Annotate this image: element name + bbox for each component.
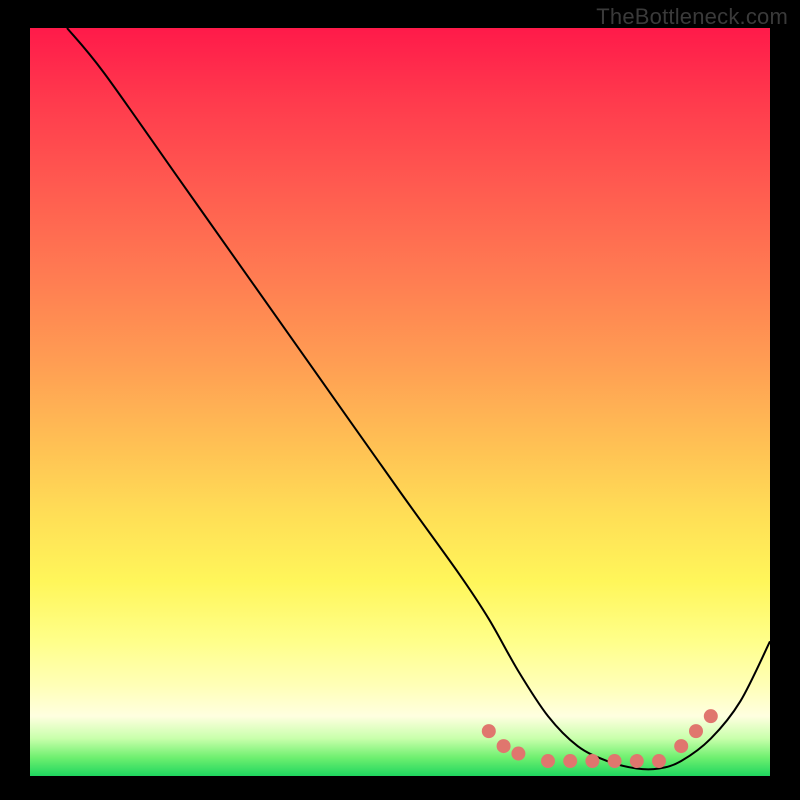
marker-dot [689,724,703,738]
marker-dot [630,754,644,768]
marker-dot [511,747,525,761]
marker-dot [585,754,599,768]
marker-dot [704,709,718,723]
chart-container: TheBottleneck.com [0,0,800,800]
bottleneck-curve-path [67,28,770,769]
marker-dot [497,739,511,753]
marker-dot [563,754,577,768]
curve-line [67,28,770,769]
marker-dot [674,739,688,753]
chart-svg [30,28,770,776]
marker-dot [482,724,496,738]
marker-dot [608,754,622,768]
watermark-text: TheBottleneck.com [596,4,788,30]
marker-dot [541,754,555,768]
marker-dot [652,754,666,768]
